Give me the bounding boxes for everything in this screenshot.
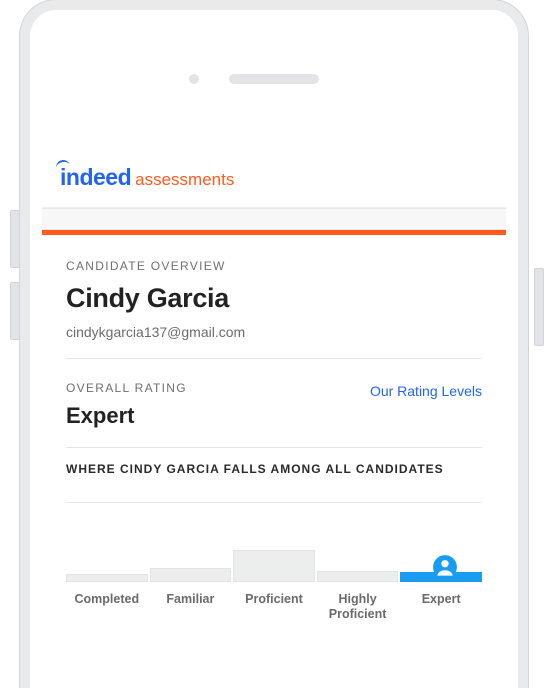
brand-logo: indeed assessments bbox=[60, 164, 488, 191]
candidate-name: Cindy Garcia bbox=[66, 283, 482, 314]
phone-volume-down-button bbox=[10, 282, 20, 340]
label-completed: Completed bbox=[66, 592, 148, 622]
label-familiar: Familiar bbox=[150, 592, 232, 622]
app-header: indeed assessments bbox=[42, 142, 506, 208]
chart-labels: Completed Familiar Proficient Highly Pro… bbox=[66, 592, 482, 622]
rating-value: Expert bbox=[66, 403, 187, 429]
section-gap bbox=[42, 208, 506, 230]
overall-rating-section: OVERALL RATING Expert Our Rating Levels bbox=[42, 359, 506, 447]
bar-familiar bbox=[150, 503, 232, 582]
bar-fill bbox=[66, 574, 148, 582]
chart-bars bbox=[66, 502, 482, 582]
bar-completed bbox=[66, 503, 148, 582]
speaker-grille bbox=[229, 74, 319, 84]
bar-proficient bbox=[233, 503, 315, 582]
camera-dot-icon bbox=[189, 74, 199, 84]
rating-levels-link[interactable]: Our Rating Levels bbox=[370, 383, 482, 399]
label-proficient: Proficient bbox=[233, 592, 315, 622]
app-screen: indeed assessments CANDIDATE OVERVIEW Ci… bbox=[42, 142, 506, 688]
phone-frame: indeed assessments CANDIDATE OVERVIEW Ci… bbox=[20, 0, 528, 688]
phone-speaker-area bbox=[189, 74, 359, 84]
brand-name: indeed bbox=[60, 164, 131, 191]
phone-volume-up-button bbox=[10, 210, 20, 268]
person-marker-icon bbox=[432, 554, 458, 580]
distribution-chart: Completed Familiar Proficient Highly Pro… bbox=[42, 502, 506, 622]
bar-highly-proficient bbox=[317, 503, 399, 582]
bar-fill bbox=[150, 568, 232, 582]
rating-label: OVERALL RATING bbox=[66, 381, 187, 395]
label-highly-proficient: Highly Proficient bbox=[317, 592, 399, 622]
label-expert: Expert bbox=[400, 592, 482, 622]
overview-label: CANDIDATE OVERVIEW bbox=[66, 259, 482, 273]
candidate-email: cindykgarcia137@gmail.com bbox=[66, 324, 482, 340]
bar-fill bbox=[317, 571, 399, 582]
candidate-overview-section: CANDIDATE OVERVIEW Cindy Garcia cindykga… bbox=[42, 235, 506, 358]
phone-power-button bbox=[534, 268, 544, 346]
distribution-title: WHERE CINDY GARCIA FALLS AMONG ALL CANDI… bbox=[42, 448, 506, 502]
bar-fill bbox=[233, 550, 315, 582]
brand-product: assessments bbox=[135, 170, 234, 190]
